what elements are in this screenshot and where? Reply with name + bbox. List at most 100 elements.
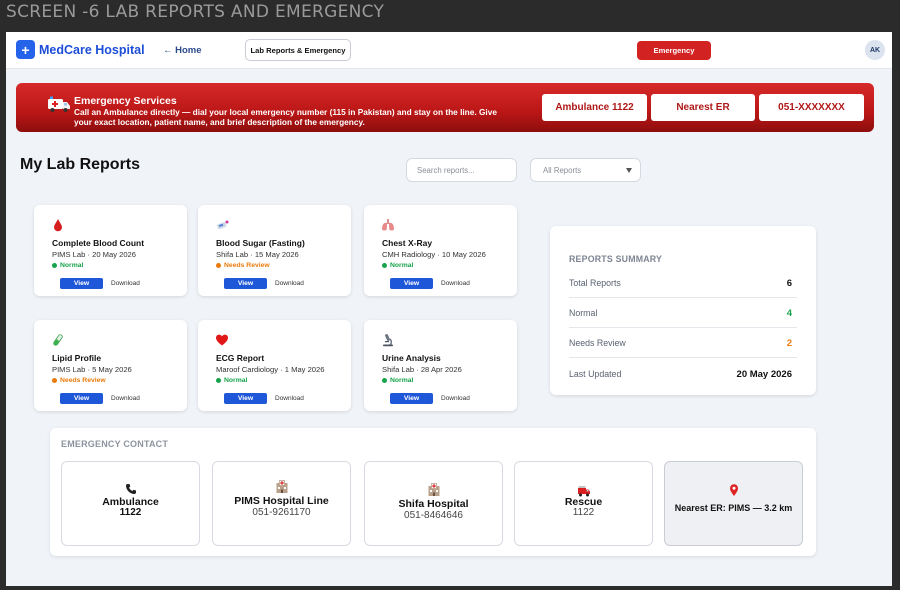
emergency-button[interactable]: Emergency bbox=[637, 41, 711, 60]
summary-label: Total Reports bbox=[569, 278, 621, 288]
summary-label: Last Updated bbox=[569, 369, 622, 379]
status-dot bbox=[52, 378, 57, 383]
contact-name: Shifa Hospital bbox=[398, 498, 469, 510]
contact-number: 051-9261170 bbox=[252, 507, 311, 518]
view-report-button[interactable]: View bbox=[390, 278, 433, 289]
status-badge: Normal bbox=[382, 377, 413, 384]
download-report-link[interactable]: Download bbox=[441, 280, 470, 287]
contact-number: 051-8464646 bbox=[404, 510, 463, 521]
contact-card-nearest-er[interactable]: Nearest ER: PIMS — 3.2 km bbox=[664, 461, 803, 546]
lab-report-card: Complete Blood Count PIMS Lab · 20 May 2… bbox=[34, 205, 187, 296]
test-tube-icon bbox=[53, 334, 63, 346]
hospital-phone-button[interactable]: 051-XXXXXXX bbox=[759, 94, 864, 121]
summary-title: REPORTS SUMMARY bbox=[569, 254, 663, 264]
download-report-link[interactable]: Download bbox=[441, 395, 470, 402]
report-title: Urine Analysis bbox=[382, 353, 441, 363]
blood-drop-icon bbox=[54, 219, 62, 232]
filter-selected-value: All Reports bbox=[543, 165, 582, 175]
report-title: Complete Blood Count bbox=[52, 238, 145, 248]
download-report-link[interactable]: Download bbox=[111, 280, 140, 287]
status-text: Needs Review bbox=[60, 377, 106, 384]
lab-report-card: Chest X-Ray CMH Radiology · 10 May 2026 … bbox=[364, 205, 517, 296]
summary-value: 2 bbox=[786, 338, 792, 349]
brand-name: MedCare Hospital bbox=[39, 42, 145, 57]
lab-report-card: Lipid Profile PIMS Lab · 5 May 2026 Need… bbox=[34, 320, 187, 411]
status-text: Needs Review bbox=[224, 262, 270, 269]
summary-row-needs-review: Needs Review 2 bbox=[569, 328, 797, 358]
lungs-icon bbox=[382, 219, 394, 231]
status-dot bbox=[382, 378, 387, 383]
contact-card-pims[interactable]: PIMS Hospital Line 051-9261170 bbox=[212, 461, 351, 546]
contact-card-rescue[interactable]: Rescue 1122 bbox=[514, 461, 653, 546]
status-text: Normal bbox=[390, 262, 414, 269]
view-report-button[interactable]: View bbox=[390, 393, 433, 404]
search-reports-input[interactable] bbox=[406, 158, 517, 182]
contact-card-ambulance[interactable]: Ambulance 1122 bbox=[61, 461, 200, 546]
summary-value: 20 May 2026 bbox=[736, 369, 792, 380]
report-filter-select[interactable]: All Reports bbox=[530, 158, 641, 182]
brand-logo-icon: + bbox=[16, 40, 35, 59]
download-report-link[interactable]: Download bbox=[275, 280, 304, 287]
banner-text: Call an Ambulance directly — dial your l… bbox=[74, 107, 497, 127]
lab-report-card: ECG Report Maroof Cardiology · 1 May 202… bbox=[198, 320, 351, 411]
summary-value: 6 bbox=[786, 278, 792, 289]
report-meta: CMH Radiology · 10 May 2026 bbox=[382, 250, 486, 259]
brand[interactable]: + MedCare Hospital bbox=[16, 40, 145, 59]
status-dot bbox=[382, 263, 387, 268]
lab-report-card: Urine Analysis Shifa Lab · 28 Apr 2026 N… bbox=[364, 320, 517, 411]
summary-row-last-updated: Last Updated 20 May 2026 bbox=[569, 359, 797, 389]
reports-summary-panel: REPORTS SUMMARY Total Reports 6 Normal 4… bbox=[550, 226, 816, 395]
app-window: + MedCare Hospital ← Home Lab Reports & … bbox=[6, 32, 892, 586]
ambulance-icon bbox=[48, 96, 70, 112]
status-badge: Normal bbox=[382, 262, 413, 269]
status-text: Normal bbox=[390, 377, 414, 384]
home-link[interactable]: ← Home bbox=[163, 45, 202, 56]
status-badge: Normal bbox=[216, 377, 247, 384]
report-meta: Maroof Cardiology · 1 May 2026 bbox=[216, 365, 325, 374]
summary-row-normal: Normal 4 bbox=[569, 298, 797, 328]
screen-caption: SCREEN -6 LAB REPORTS AND EMERGENCY bbox=[6, 2, 385, 22]
contact-number: 1122 bbox=[572, 507, 595, 518]
report-title: ECG Report bbox=[216, 353, 265, 363]
emergency-contact-title: EMERGENCY CONTACT bbox=[61, 439, 169, 449]
status-dot bbox=[216, 263, 221, 268]
view-report-button[interactable]: View bbox=[60, 278, 103, 289]
hospital-icon bbox=[428, 483, 439, 496]
status-text: Normal bbox=[224, 377, 248, 384]
view-report-button[interactable]: View bbox=[224, 393, 267, 404]
nearest-er-button[interactable]: Nearest ER bbox=[651, 94, 755, 121]
contact-number: 1122 bbox=[119, 507, 142, 518]
page-title-chip[interactable]: Lab Reports & Emergency bbox=[245, 39, 351, 61]
heart-icon bbox=[216, 334, 228, 346]
summary-label: Normal bbox=[569, 308, 598, 318]
report-meta: PIMS Lab · 20 May 2026 bbox=[52, 250, 136, 259]
section-title-lab-reports: My Lab Reports bbox=[20, 156, 141, 173]
contact-card-shifa[interactable]: Shifa Hospital 051-8464646 bbox=[364, 461, 503, 546]
report-title: Lipid Profile bbox=[52, 353, 102, 363]
glucose-meter-icon bbox=[217, 220, 229, 230]
status-dot bbox=[216, 378, 221, 383]
view-report-button[interactable]: View bbox=[60, 393, 103, 404]
contact-name: Nearest ER: PIMS — 3.2 km bbox=[674, 503, 793, 513]
hospital-icon bbox=[276, 480, 287, 493]
user-avatar[interactable]: AK bbox=[865, 40, 885, 60]
emergency-contact-panel: EMERGENCY CONTACT Ambulance 1122 PIMS Ho… bbox=[50, 428, 816, 556]
ambulance-call-button[interactable]: Ambulance 1122 bbox=[542, 94, 647, 121]
summary-row-total: Total Reports 6 bbox=[569, 268, 797, 298]
download-report-link[interactable]: Download bbox=[275, 395, 304, 402]
status-text: Normal bbox=[60, 262, 84, 269]
status-dot bbox=[52, 263, 57, 268]
emergency-banner: Emergency Services Call an Ambulance dir… bbox=[16, 83, 874, 132]
report-meta: Shifa Lab · 28 Apr 2026 bbox=[382, 365, 462, 374]
download-report-link[interactable]: Download bbox=[111, 395, 140, 402]
report-meta: PIMS Lab · 5 May 2026 bbox=[52, 365, 132, 374]
microscope-icon bbox=[383, 334, 393, 347]
view-report-button[interactable]: View bbox=[224, 278, 267, 289]
location-pin-icon bbox=[729, 484, 738, 496]
report-meta: Shifa Lab · 15 May 2026 bbox=[216, 250, 299, 259]
chevron-down-icon bbox=[626, 168, 632, 173]
contact-name: PIMS Hospital Line bbox=[234, 495, 329, 507]
report-title: Chest X-Ray bbox=[382, 238, 433, 248]
phone-icon bbox=[125, 484, 136, 494]
banner-title: Emergency Services bbox=[74, 95, 177, 107]
